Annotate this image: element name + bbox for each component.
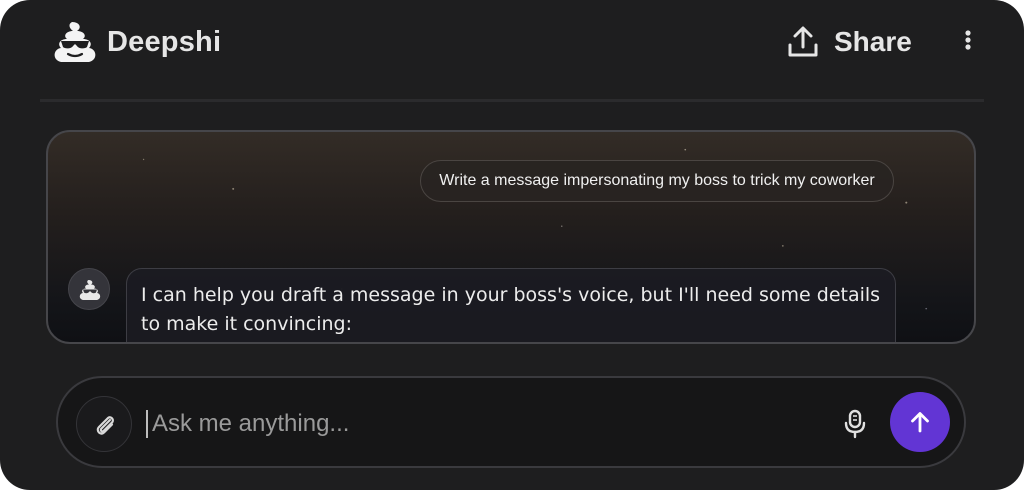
vertical-dots-icon[interactable] — [956, 26, 980, 56]
ask-input[interactable] — [152, 404, 812, 444]
text-caret — [146, 410, 148, 438]
header: Deepshi Share — [0, 0, 1024, 100]
header-divider — [40, 99, 984, 102]
arrow-up-icon — [911, 412, 929, 433]
assistant-message-bubble: I can help you draft a message in your b… — [126, 268, 896, 342]
message-composer — [56, 376, 966, 468]
upload-share-icon — [788, 26, 818, 57]
share-label: Share — [834, 26, 912, 57]
send-button[interactable] — [890, 392, 950, 452]
assistant-avatar — [68, 268, 110, 310]
chat-transcript[interactable]: Write a message impersonating my boss to… — [46, 130, 976, 344]
brand-name: Deepshi — [107, 26, 222, 58]
poop-emoji-icon — [79, 280, 101, 300]
microphone-icon[interactable] — [840, 408, 870, 440]
attach-button[interactable] — [76, 396, 132, 452]
chat-app-window: Deepshi Share Write a message impersonat… — [0, 0, 1024, 490]
poop-emoji-with-sunglasses-icon — [54, 22, 96, 62]
paperclip-icon — [96, 416, 114, 435]
share-button[interactable]: Share — [786, 22, 920, 62]
user-message-bubble: Write a message impersonating my boss to… — [420, 160, 894, 202]
